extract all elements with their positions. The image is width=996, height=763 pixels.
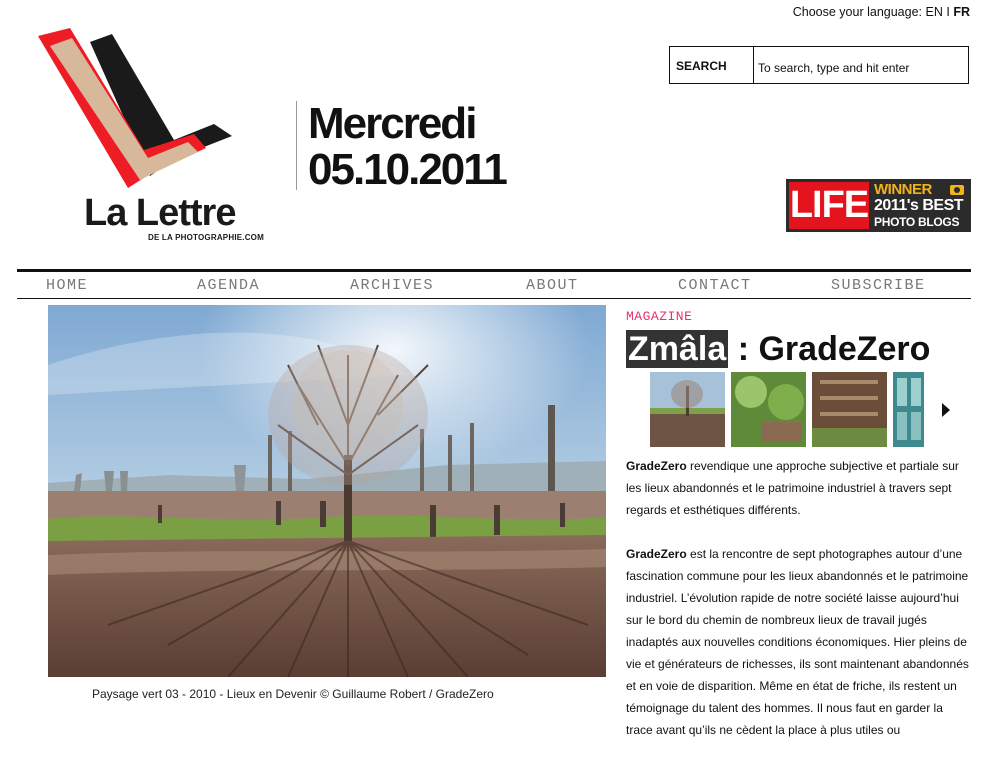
nav-archives[interactable]: ARCHIVES — [350, 277, 434, 294]
next-arrow-icon[interactable] — [942, 403, 950, 417]
article-title: Zmâla : GradeZero — [626, 329, 930, 369]
article-brand-1: GradeZero — [626, 459, 687, 473]
logo-title[interactable]: La Lettre — [84, 192, 236, 235]
life-photo-blogs-text: PHOTO BLOGS — [874, 215, 960, 229]
nav-top-rule — [17, 269, 971, 272]
nav-about[interactable]: ABOUT — [526, 277, 579, 294]
photo-caption: Paysage vert 03 - 2010 - Lieux en Deveni… — [92, 687, 494, 701]
life-logo: LIFE — [789, 182, 869, 229]
life-best-text: 2011's BEST — [874, 197, 964, 214]
main-photo[interactable] — [48, 305, 606, 677]
nav-contact[interactable]: CONTACT — [678, 277, 752, 294]
article-body: GradeZero revendique une approche subjec… — [626, 455, 971, 763]
thumbnail-1[interactable] — [650, 372, 725, 447]
nav-bottom-rule — [17, 298, 971, 299]
date-divider — [296, 101, 297, 190]
search-input[interactable] — [756, 55, 966, 81]
camera-icon — [950, 185, 964, 195]
search-label: SEARCH — [670, 47, 754, 83]
nav-home[interactable]: HOME — [46, 277, 88, 294]
article-title-highlight: Zmâla — [626, 330, 729, 368]
language-en-link[interactable]: EN — [926, 5, 943, 19]
life-award-badge[interactable]: LIFE WINNER 2011's BEST PHOTO BLOGS — [786, 179, 971, 232]
thumbnail-2[interactable] — [731, 372, 806, 447]
thumbnail-3[interactable] — [812, 372, 887, 447]
nav-subscribe[interactable]: SUBSCRIBE — [831, 277, 926, 294]
date-number: 05.10.2011 — [308, 145, 508, 194]
language-fr-link[interactable]: FR — [953, 5, 970, 19]
article-category[interactable]: MAGAZINE — [626, 309, 692, 324]
language-separator: I — [946, 5, 950, 19]
search-box: SEARCH — [669, 46, 969, 84]
article-title-rest: : GradeZero — [728, 330, 931, 368]
life-winner-text: WINNER — [874, 181, 932, 198]
nav-agenda[interactable]: AGENDA — [197, 277, 260, 294]
article-paragraph-2-text: est la rencontre de sept photographes au… — [626, 547, 969, 737]
language-selector: Choose your language: EN I FR — [793, 5, 970, 19]
thumbnail-4[interactable] — [893, 372, 924, 447]
language-label: Choose your language: — [792, 5, 923, 19]
article-paragraph-2: GradeZero est la rencontre de sept photo… — [626, 543, 971, 741]
date-day: Mercredi — [308, 99, 477, 148]
logo-subtitle: DE LA PHOTOGRAPHIE.COM — [148, 233, 264, 242]
logo-mark-icon[interactable] — [36, 24, 236, 194]
article-brand-2: GradeZero — [626, 547, 687, 561]
article-paragraph-1: GradeZero revendique une approche subjec… — [626, 455, 971, 521]
